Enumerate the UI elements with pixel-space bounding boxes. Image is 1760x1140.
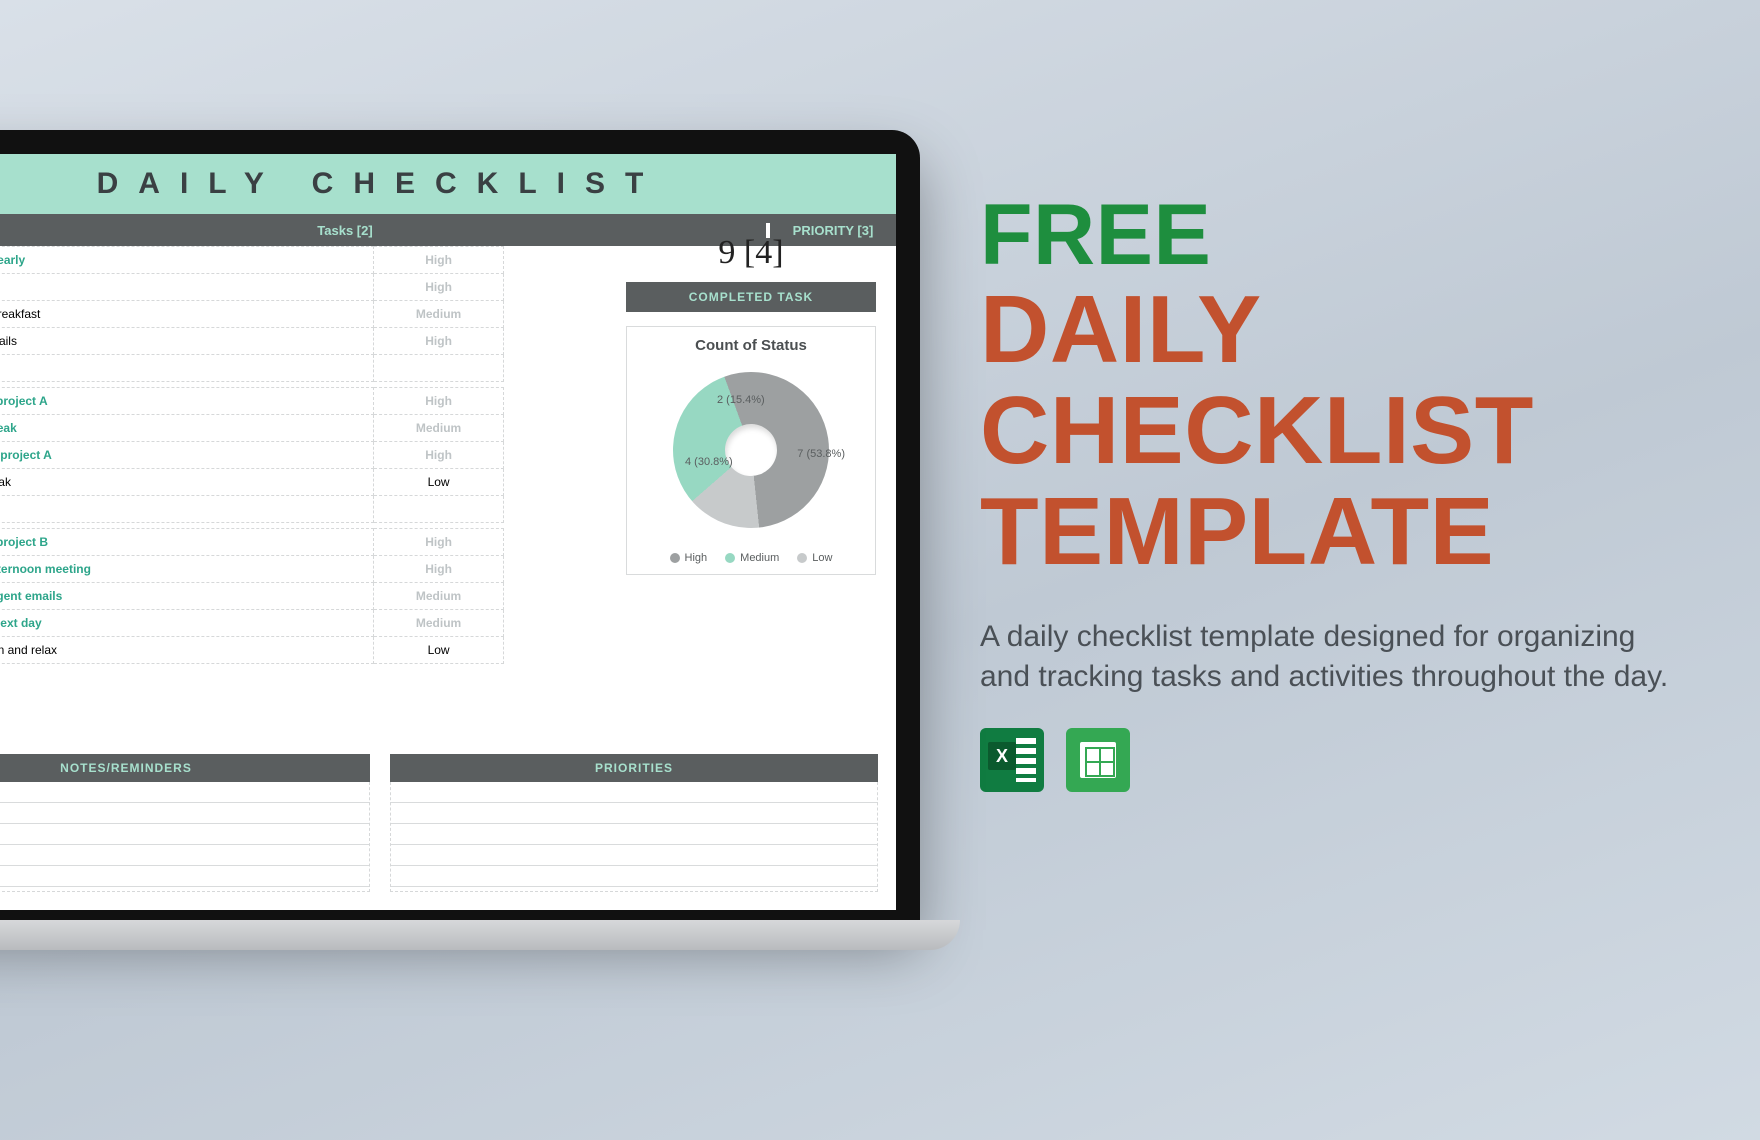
task-table: Task 1:Wake up earlyHighTask 2:ExerciseH…: [0, 246, 504, 664]
notes-header: NOTES/REMINDERS: [0, 754, 370, 782]
chart-box: Count of Status 4 (30.8%) 2 (15.4%) 7 (5…: [626, 326, 876, 575]
task-priority[interactable]: Medium: [374, 610, 504, 637]
table-row[interactable]: Task 15:Wind down and relaxLow: [0, 637, 504, 664]
task-priority[interactable]: High: [374, 529, 504, 556]
task-text[interactable]: Work on project A: [0, 388, 374, 415]
promo-title: FREE DAILY CHECKLIST TEMPLATE: [980, 190, 1710, 583]
sheet-title-banner: DAILY CHECKLIST: [0, 154, 896, 214]
table-row[interactable]: Task 5:: [0, 355, 504, 382]
excel-icon: [980, 728, 1044, 792]
task-priority[interactable]: High: [374, 442, 504, 469]
task-priority[interactable]: High: [374, 556, 504, 583]
promo-line3: CHECKLIST: [980, 381, 1710, 482]
promo-line2: DAILY: [980, 280, 1710, 381]
priorities-lines[interactable]: [390, 782, 878, 892]
task-text[interactable]: Wake up early: [0, 247, 374, 274]
file-type-icons: [980, 728, 1710, 792]
chart-legend: High Medium Low: [637, 552, 865, 564]
table-row[interactable]: Task 1:Wake up earlyHigh: [0, 247, 504, 274]
table-row[interactable]: Task 9:Lunch breakLow: [0, 469, 504, 496]
table-row[interactable]: Task 11:Work on project BHigh: [0, 529, 504, 556]
table-row[interactable]: Task 4:Check emailsHigh: [0, 328, 504, 355]
table-row[interactable]: Task 12:Attend afternoon meetingHigh: [0, 556, 504, 583]
legend-high: High: [670, 552, 708, 564]
table-row[interactable]: Task 7:Take a breakMedium: [0, 415, 504, 442]
notes-lines[interactable]: [0, 782, 370, 892]
task-text[interactable]: Work on project B: [0, 529, 374, 556]
task-priority[interactable]: Low: [374, 469, 504, 496]
chart-label-medium: 4 (30.8%): [685, 456, 733, 468]
task-text[interactable]: Check urgent emails: [0, 583, 374, 610]
side-panel: 9 [4] COMPLETED TASK Count of Status 4 (…: [626, 224, 876, 575]
task-text[interactable]: Take a break: [0, 415, 374, 442]
table-row[interactable]: Task 6:Work on project AHigh: [0, 388, 504, 415]
bottom-sections: NOTES/REMINDERS PRIORITIES: [0, 754, 896, 910]
task-text[interactable]: Wind down and relax: [0, 637, 374, 664]
task-text[interactable]: Continue project A: [0, 442, 374, 469]
task-priority[interactable]: Medium: [374, 583, 504, 610]
task-text[interactable]: [0, 496, 374, 523]
task-text[interactable]: Lunch break: [0, 469, 374, 496]
google-sheets-icon: [1066, 728, 1130, 792]
table-row[interactable]: Task 14:Plan for next dayMedium: [0, 610, 504, 637]
task-priority[interactable]: [374, 496, 504, 523]
task-priority[interactable]: High: [374, 274, 504, 301]
task-priority[interactable]: High: [374, 247, 504, 274]
task-priority[interactable]: High: [374, 328, 504, 355]
handwritten-count: 9 [4]: [626, 224, 876, 282]
promo-copy: FREE DAILY CHECKLIST TEMPLATE A daily ch…: [980, 190, 1710, 792]
task-text[interactable]: Prepare breakfast: [0, 301, 374, 328]
chart-title: Count of Status: [637, 337, 865, 354]
chart-label-low: 2 (15.4%): [717, 394, 765, 406]
task-text[interactable]: Exercise: [0, 274, 374, 301]
task-priority[interactable]: High: [374, 388, 504, 415]
donut-chart: 4 (30.8%) 2 (15.4%) 7 (53.8%): [651, 362, 851, 542]
task-priority[interactable]: Medium: [374, 301, 504, 328]
completed-task-header: COMPLETED TASK: [626, 282, 876, 312]
task-priority[interactable]: Medium: [374, 415, 504, 442]
chart-label-high: 7 (53.8%): [797, 448, 845, 460]
legend-medium: Medium: [725, 552, 779, 564]
laptop-screen: DAILY CHECKLIST [1] Tasks [2] PRIORITY […: [0, 154, 896, 910]
task-text[interactable]: Attend afternoon meeting: [0, 556, 374, 583]
table-row[interactable]: Task 13:Check urgent emailsMedium: [0, 583, 504, 610]
promo-line4: TEMPLATE: [980, 482, 1710, 583]
priorities-header: PRIORITIES: [390, 754, 878, 782]
table-row[interactable]: Task 2:ExerciseHigh: [0, 274, 504, 301]
promo-line1: FREE: [980, 190, 1710, 280]
laptop-bezel: DAILY CHECKLIST [1] Tasks [2] PRIORITY […: [0, 130, 920, 920]
table-row[interactable]: Task 10:: [0, 496, 504, 523]
legend-low: Low: [797, 552, 832, 564]
table-row[interactable]: Task 8:Continue project AHigh: [0, 442, 504, 469]
table-row[interactable]: Task 3:Prepare breakfastMedium: [0, 301, 504, 328]
task-text[interactable]: Plan for next day: [0, 610, 374, 637]
promo-description: A daily checklist template designed for …: [980, 617, 1680, 698]
task-text[interactable]: [0, 355, 374, 382]
laptop-base: [0, 920, 960, 950]
task-text[interactable]: Check emails: [0, 328, 374, 355]
notes-box: NOTES/REMINDERS: [0, 754, 370, 892]
task-priority[interactable]: Low: [374, 637, 504, 664]
priorities-box: PRIORITIES: [390, 754, 878, 892]
task-priority[interactable]: [374, 355, 504, 382]
laptop-mockup: DAILY CHECKLIST [1] Tasks [2] PRIORITY […: [0, 130, 920, 950]
